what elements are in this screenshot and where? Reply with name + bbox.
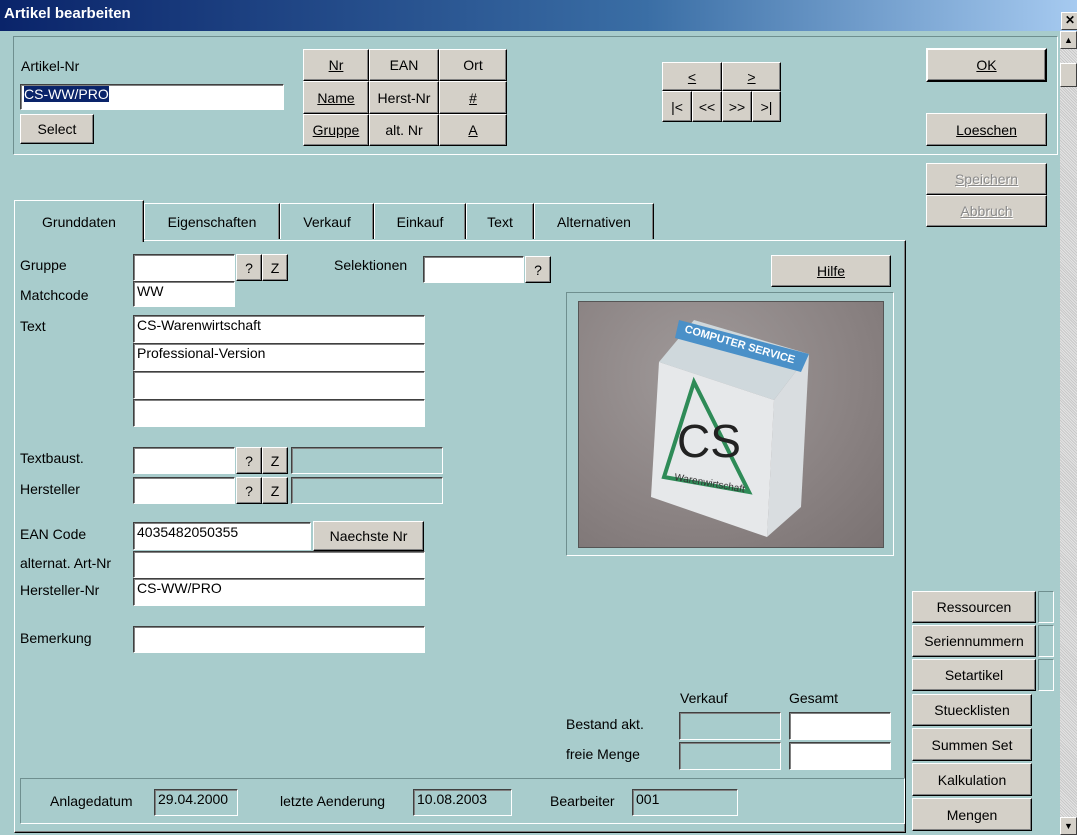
textbaust-label: Textbaust. [20,450,84,466]
ean-input[interactable]: 4035482050355 [133,522,311,550]
alt-art-nr-label: alternat. Art-Nr [20,555,112,571]
tab-text[interactable]: Text [466,203,534,239]
box-logo-text: CS [677,415,741,467]
seriennummern-indicator [1038,625,1054,657]
tab-einkauf[interactable]: Einkauf [374,203,466,239]
mengen-button[interactable]: Mengen [912,798,1032,831]
product-image: COMPUTER SERVICE CS Warenwirtschaft [578,301,884,548]
bemerkung-input[interactable] [133,626,425,653]
nav-next-page-button[interactable]: >> [722,91,752,122]
hersteller-label: Hersteller [20,481,80,497]
ressourcen-button[interactable]: Ressourcen [912,591,1036,623]
freie-menge-label: freie Menge [566,746,640,762]
bearbeiter-label: Bearbeiter [550,793,615,809]
matchcode-input[interactable]: WW [133,281,235,307]
selektionen-label: Selektionen [334,257,408,273]
bestand-verkauf-field [679,712,781,740]
close-icon[interactable]: ✕ [1061,12,1077,30]
ressourcen-indicator [1038,591,1054,623]
search-by-nr-button[interactable]: Nr [303,49,369,81]
nav-next-button[interactable]: > [722,62,781,91]
nav-prev-button[interactable]: < [662,62,722,91]
hersteller-nr-label: Hersteller-Nr [20,582,100,598]
search-by-gruppe-button[interactable]: Gruppe [303,114,369,146]
gruppe-input[interactable] [133,254,235,281]
scroll-up-icon[interactable]: ▲ [1060,31,1077,49]
text-line-2-input[interactable]: Professional-Version [133,343,425,371]
hilfe-button[interactable]: Hilfe [771,255,891,287]
seriennummern-button[interactable]: Seriennummern [912,625,1036,657]
gruppe-label: Gruppe [20,257,67,273]
hersteller-lookup-button[interactable]: ? [236,477,262,504]
freie-verkauf-field [679,742,781,770]
nav-prev-page-button[interactable]: << [692,91,722,122]
bemerkung-label: Bemerkung [20,630,92,646]
setartikel-indicator [1038,659,1054,691]
product-box-illustration: COMPUTER SERVICE CS Warenwirtschaft [651,320,809,537]
alt-art-nr-input[interactable] [133,551,425,578]
nav-first-button[interactable]: |< [662,91,692,122]
artikel-nr-label: Artikel-Nr [21,58,80,74]
text-line-4-input[interactable] [133,399,425,427]
selektionen-lookup-button[interactable]: ? [525,256,551,283]
ean-label: EAN Code [20,526,87,542]
selektionen-input[interactable] [423,256,524,283]
scroll-down-icon[interactable]: ▼ [1060,817,1077,835]
stuecklisten-button[interactable]: Stuecklisten [912,694,1032,726]
tab-alternativen[interactable]: Alternativen [534,203,654,239]
abbruch-button[interactable]: Abbruch [926,195,1047,227]
setartikel-button[interactable]: Setartikel [912,659,1036,691]
search-by-alt-nr-button[interactable]: alt. Nr [369,114,439,146]
textbaust-input[interactable] [133,447,235,474]
tab-grunddaten[interactable]: Grunddaten [14,200,144,242]
loeschen-button[interactable]: Loeschen [926,113,1047,146]
matchcode-label: Matchcode [20,287,89,303]
search-by-a-button[interactable]: A [439,114,507,146]
hersteller-nr-input[interactable]: CS-WW/PRO [133,578,425,606]
text-line-3-input[interactable] [133,371,425,399]
nav-last-button[interactable]: >| [752,91,781,122]
textbaust-lookup-button[interactable]: ? [236,447,262,474]
tab-eigenschaften[interactable]: Eigenschaften [144,203,280,239]
text-line-1-input[interactable]: CS-Warenwirtschaft [133,315,425,343]
artikel-nr-input[interactable]: CS-WW/PRO [20,84,284,110]
textbaust-description [291,447,443,474]
ok-button[interactable]: OK [926,48,1047,82]
speichern-button[interactable]: Speichern [926,163,1047,195]
letzte-aenderung-value: 10.08.2003 [413,789,512,816]
title-bar: Artikel bearbeiten [0,0,1077,31]
anlagedatum-value: 29.04.2000 [154,789,238,816]
bearbeiter-value: 001 [632,789,738,816]
letzte-aenderung-label: letzte Aenderung [280,793,386,809]
anlagedatum-label: Anlagedatum [50,793,133,809]
window-title: Artikel bearbeiten [4,5,131,22]
search-by-herst-nr-button[interactable]: Herst-Nr [369,81,439,114]
gruppe-lookup-button[interactable]: ? [236,254,262,281]
gruppe-z-button[interactable]: Z [262,254,288,281]
tab-verkauf[interactable]: Verkauf [280,203,374,239]
textbaust-z-button[interactable]: Z [262,447,288,474]
hersteller-input[interactable] [133,477,235,504]
scroll-thumb[interactable] [1060,63,1077,87]
verkauf-header: Verkauf [680,690,728,706]
search-by-ort-button[interactable]: Ort [439,49,507,81]
search-by-hash-button[interactable]: # [439,81,507,114]
text-label: Text [20,318,46,334]
freie-gesamt-field[interactable] [789,742,891,770]
kalkulation-button[interactable]: Kalkulation [912,763,1032,796]
search-by-name-button[interactable]: Name [303,81,369,114]
gesamt-header: Gesamt [789,690,839,706]
search-by-ean-button[interactable]: EAN [369,49,439,81]
vertical-scrollbar[interactable]: ▲ ▼ [1060,31,1077,835]
naechste-nr-button[interactable]: Naechste Nr [313,521,424,551]
hersteller-z-button[interactable]: Z [262,477,288,504]
bestand-label: Bestand akt. [566,716,644,732]
hersteller-description [291,477,443,504]
summen-set-button[interactable]: Summen Set [912,728,1032,761]
bestand-gesamt-field[interactable] [789,712,891,740]
select-button[interactable]: Select [20,114,94,144]
